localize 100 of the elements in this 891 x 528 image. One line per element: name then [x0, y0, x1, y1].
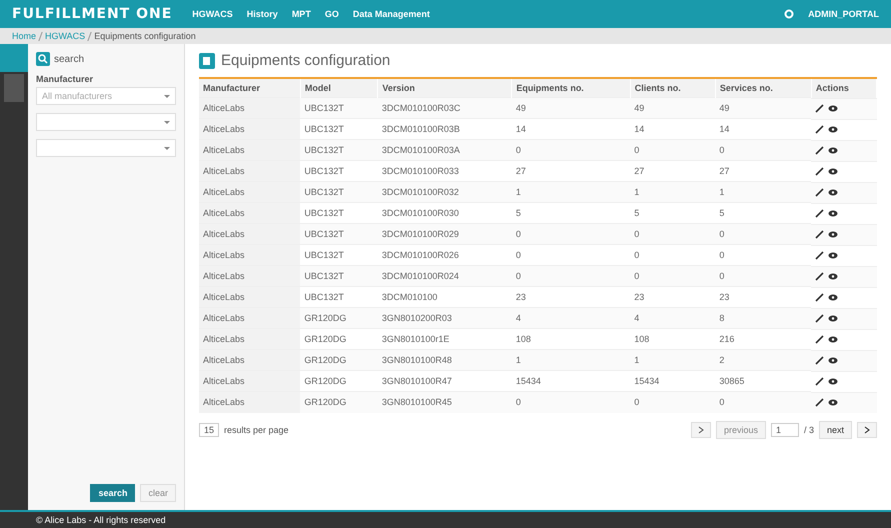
table-cell: 1 [630, 182, 716, 202]
pencil-icon[interactable] [815, 188, 824, 197]
table-cell: AlticeLabs [199, 224, 300, 244]
table-cell: UBC132T [300, 182, 378, 202]
eye-icon[interactable] [828, 315, 838, 322]
pencil-icon[interactable] [815, 335, 824, 344]
table-cell: GR120DG [300, 392, 378, 412]
pencil-icon[interactable] [815, 167, 824, 176]
table-cell: 0 [715, 392, 812, 412]
clear-button[interactable]: clear [140, 484, 176, 502]
table-cell: 3GN8010100R45 [378, 392, 512, 412]
table-cell: 0 [512, 224, 630, 244]
eye-icon[interactable] [828, 336, 838, 343]
eye-icon[interactable] [828, 294, 838, 301]
table-cell: 1 [512, 182, 630, 202]
pencil-icon[interactable] [815, 251, 824, 260]
eye-icon[interactable] [828, 378, 838, 385]
dropdown-field[interactable] [36, 113, 176, 131]
eye-icon[interactable] [828, 147, 838, 154]
table-cell: 0 [715, 224, 812, 244]
table-cell: 49 [715, 98, 812, 118]
eye-icon[interactable] [828, 189, 838, 196]
table-cell: 1 [715, 182, 812, 202]
breadcrumb-link[interactable]: Home [12, 31, 36, 41]
eye-icon[interactable] [828, 126, 838, 133]
breadcrumb-link[interactable]: HGWACS [45, 31, 86, 41]
table-cell: AlticeLabs [199, 370, 300, 392]
table-cell: AlticeLabs [199, 350, 300, 370]
table-cell: AlticeLabs [199, 392, 300, 412]
column-header[interactable]: Model [300, 78, 378, 98]
nav-menu-item[interactable]: MPT [292, 9, 311, 19]
next-button[interactable]: next [818, 420, 852, 438]
pencil-icon[interactable] [815, 209, 824, 218]
table-cell: 8 [715, 308, 812, 328]
page-total: / 3 [804, 424, 814, 434]
eye-icon[interactable] [828, 252, 838, 259]
pencil-icon[interactable] [815, 272, 824, 281]
pencil-icon[interactable] [815, 104, 824, 113]
table-cell: AlticeLabs [199, 328, 300, 350]
pencil-icon[interactable] [815, 230, 824, 239]
eye-icon[interactable] [828, 168, 838, 175]
user-menu[interactable]: ADMIN_PORTAL [808, 9, 879, 19]
nav-menu-item[interactable]: GO [324, 9, 339, 19]
first-page-button[interactable] [690, 422, 711, 438]
nav-menu-item[interactable]: HGWACS [192, 9, 233, 19]
column-header[interactable]: Clients no. [630, 78, 716, 98]
settings-icon[interactable] [784, 9, 794, 19]
search-button[interactable]: search [90, 484, 136, 502]
nav-menu-item[interactable]: History [246, 9, 278, 19]
table-cell: 1 [512, 350, 630, 370]
previous-button[interactable]: previous [716, 420, 766, 438]
eye-icon[interactable] [828, 399, 838, 406]
dropdown-field[interactable]: All manufacturers [36, 87, 176, 105]
table-cell: AlticeLabs [199, 182, 300, 202]
breadcrumb-link[interactable]: Equipments configuration [94, 31, 196, 41]
table-cell: 3DCM010100R029 [378, 224, 512, 244]
table-cell: AlticeLabs [199, 202, 300, 224]
table-cell: 0 [630, 140, 716, 160]
table-cell: 3DCM010100R03A [378, 140, 512, 160]
table-cell: UBC132T [300, 266, 378, 286]
table-cell: AlticeLabs [199, 160, 300, 182]
column-header[interactable]: Version [378, 78, 512, 98]
pencil-icon[interactable] [815, 146, 824, 155]
last-page-button[interactable] [857, 422, 877, 438]
table-cell: 3DCM010100R032 [378, 182, 512, 202]
eye-icon[interactable] [828, 357, 838, 364]
table-cell: 0 [630, 224, 716, 244]
nav-menu-item[interactable]: Data Management [352, 9, 430, 19]
table-cell: UBC132T [300, 98, 378, 118]
table-cell: AlticeLabs [199, 308, 300, 328]
table-cell: AlticeLabs [199, 118, 300, 140]
eye-icon[interactable] [828, 231, 838, 238]
eye-icon[interactable] [828, 273, 838, 280]
table-cell: AlticeLabs [199, 266, 300, 286]
pencil-icon[interactable] [815, 356, 824, 365]
column-header[interactable]: Actions [811, 78, 876, 98]
column-header[interactable]: Manufacturer [199, 78, 300, 98]
page-title: Equipments configuration [221, 52, 390, 69]
pencil-icon[interactable] [815, 125, 824, 134]
pencil-icon[interactable] [815, 377, 824, 386]
table-cell: 0 [512, 392, 630, 412]
pencil-icon[interactable] [815, 398, 824, 407]
dropdown-field[interactable] [36, 139, 176, 157]
table-cell: 1 [630, 350, 716, 370]
eye-icon[interactable] [828, 210, 838, 217]
pencil-icon[interactable] [815, 293, 824, 302]
table-cell: GR120DG [300, 350, 378, 370]
table-cell: 3DCM010100R024 [378, 266, 512, 286]
table-cell: 2 [715, 350, 812, 370]
table-cell: 3DCM010100R03C [378, 98, 512, 118]
copyright-text: © Alice Labs - All rights reserved [36, 515, 166, 525]
column-header[interactable]: Equipments no. [512, 78, 630, 98]
table-cell: GR120DG [300, 308, 378, 328]
page-size-dropdown[interactable]: 15 [199, 422, 220, 436]
eye-icon[interactable] [828, 105, 838, 112]
column-header[interactable]: Services no. [715, 78, 812, 98]
page-input[interactable]: 1 [770, 422, 799, 436]
table-cell: 0 [512, 266, 630, 286]
page-size-label: results per page [224, 424, 289, 434]
pencil-icon[interactable] [815, 314, 824, 323]
